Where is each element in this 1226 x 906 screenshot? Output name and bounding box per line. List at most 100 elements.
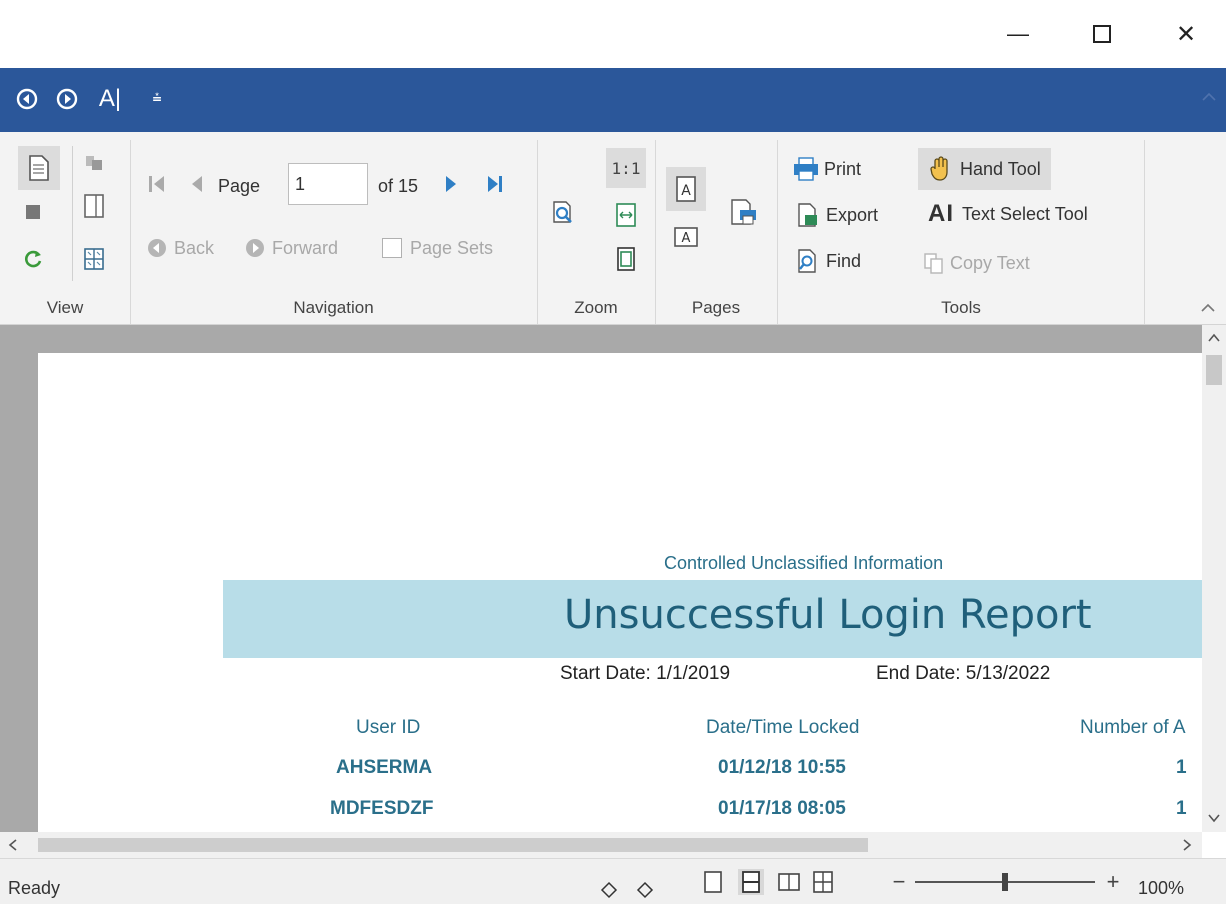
classification-label: Controlled Unclassified Information <box>664 553 944 573</box>
vertical-scrollbar[interactable] <box>1202 325 1226 832</box>
tools-group-label: Tools <box>941 298 981 317</box>
page-sets-label: Page Sets <box>410 237 494 258</box>
minimize-ribbon-button[interactable] <box>1198 300 1218 316</box>
copy-text-button[interactable]: Copy Text <box>922 248 1030 278</box>
single-page-layout-button[interactable] <box>700 869 726 895</box>
refresh-button[interactable] <box>22 248 44 270</box>
text-select-icon: A| <box>98 85 122 112</box>
back-icon <box>148 239 166 257</box>
grid-layout-button[interactable] <box>810 869 836 895</box>
chevron-right-icon <box>1183 839 1192 851</box>
export-icon <box>798 203 817 227</box>
fit-width-button[interactable] <box>610 200 642 230</box>
previous-view-button[interactable] <box>598 879 620 901</box>
next-page-button[interactable] <box>442 172 460 196</box>
hand-icon <box>930 156 948 181</box>
minus-icon: − <box>892 869 906 894</box>
page-icon <box>29 155 49 181</box>
single-page-layout-icon <box>704 871 722 893</box>
horizontal-scroll-thumb[interactable] <box>38 838 868 852</box>
fit-page-button[interactable] <box>610 244 642 274</box>
facing-layout-button[interactable] <box>776 869 802 895</box>
continuous-layout-icon <box>742 871 760 893</box>
maximize-button[interactable] <box>1079 14 1125 54</box>
page-spread-icon: A <box>674 227 698 247</box>
scroll-up-button[interactable] <box>1206 331 1222 345</box>
text-select-tool-button[interactable]: AI Text Select Tool <box>928 198 1088 230</box>
multi-page-button[interactable] <box>80 152 108 172</box>
zoom-slider-thumb[interactable] <box>1002 873 1008 891</box>
single-page-view-button[interactable] <box>18 146 60 190</box>
customize-dropdown-icon: ⩮ <box>152 90 162 107</box>
first-page-button[interactable] <box>146 172 168 196</box>
zoom-out-button[interactable]: − <box>888 869 910 894</box>
zoom-group-label: Zoom <box>574 298 618 317</box>
chevron-up-icon <box>1208 333 1220 342</box>
stop-icon[interactable] <box>26 205 40 219</box>
page-setup-button[interactable] <box>726 196 760 230</box>
next-view-button[interactable] <box>634 879 656 901</box>
diamond-icon <box>600 881 618 899</box>
find-button[interactable]: Find <box>796 246 861 276</box>
status-bar: Ready − + 100% <box>0 858 1226 904</box>
minimize-button[interactable]: — <box>995 14 1041 54</box>
single-page-mode-button[interactable]: A <box>666 167 706 211</box>
thumbnails-panel-icon <box>84 194 104 218</box>
pages-group-label: Pages <box>691 298 741 317</box>
page-layout-button[interactable] <box>80 244 108 274</box>
vertical-scroll-thumb[interactable] <box>1206 355 1222 385</box>
back-button[interactable]: Back <box>146 234 214 262</box>
report-page: Controlled Unclassified Information Unsu… <box>38 353 1202 832</box>
diamond-icon <box>636 881 654 899</box>
qat-forward-button[interactable] <box>52 82 82 116</box>
collapse-ribbon-icon[interactable] <box>1200 88 1218 106</box>
export-button[interactable]: Export <box>796 200 878 230</box>
status-text: Ready <box>8 878 61 898</box>
single-page-icon: A <box>676 176 696 202</box>
scroll-right-button[interactable] <box>1180 837 1194 853</box>
next-page-icon <box>446 176 456 192</box>
minimize-icon: — <box>1007 21 1029 46</box>
column-header: User ID <box>356 717 421 738</box>
refresh-icon <box>25 250 42 268</box>
scroll-left-button[interactable] <box>6 837 20 853</box>
forward-icon <box>246 239 264 257</box>
window-title-bar: — ✕ <box>0 0 1226 69</box>
hand-tool-button[interactable]: Hand Tool <box>918 148 1051 190</box>
plus-icon: + <box>1106 869 1120 894</box>
report-title-band: Unsuccessful Login Report <box>223 580 1202 658</box>
zoom-in-button[interactable]: + <box>1102 869 1124 894</box>
page-sets-checkbox[interactable]: Page Sets <box>382 234 493 262</box>
document-viewer[interactable]: Controlled Unclassified Information Unsu… <box>0 325 1202 832</box>
last-page-button[interactable] <box>484 172 506 196</box>
previous-page-icon <box>192 176 202 192</box>
facing-pages-button[interactable]: A <box>670 222 702 252</box>
horizontal-scrollbar[interactable] <box>0 832 1202 858</box>
column-header: Number of A <box>1080 717 1186 738</box>
thumbnails-button[interactable] <box>80 191 108 221</box>
forward-button[interactable]: Forward <box>244 234 338 262</box>
zoom-magnify-button[interactable] <box>548 198 580 230</box>
table-cell-user: AHSERMA <box>336 757 433 778</box>
continuous-layout-button[interactable] <box>738 869 764 895</box>
page-number-input[interactable]: 1 <box>288 163 368 205</box>
checkbox-icon <box>382 238 402 258</box>
previous-page-button[interactable] <box>188 172 206 196</box>
qat-text-select-button[interactable]: A| <box>90 82 130 116</box>
close-button[interactable]: ✕ <box>1163 14 1209 54</box>
fit-page-icon <box>617 247 635 271</box>
zoom-slider[interactable] <box>915 873 1095 891</box>
scroll-down-button[interactable] <box>1206 811 1222 825</box>
navigation-group-label: Navigation <box>293 298 374 317</box>
zoom-level-label: 100% <box>1138 878 1185 898</box>
forward-label: Forward <box>272 237 339 258</box>
close-icon: ✕ <box>1175 20 1197 48</box>
qat-back-button[interactable] <box>12 82 42 116</box>
page-label: Page <box>218 175 261 196</box>
table-cell-datetime: 01/12/18 10:55 <box>718 757 846 778</box>
actual-size-button[interactable]: 1:1 <box>606 148 646 188</box>
print-button[interactable]: Print <box>792 154 861 184</box>
view-group-label: View <box>46 298 84 317</box>
chevron-down-icon <box>1208 814 1220 823</box>
qat-customize-button[interactable]: ⩮ <box>146 82 168 116</box>
